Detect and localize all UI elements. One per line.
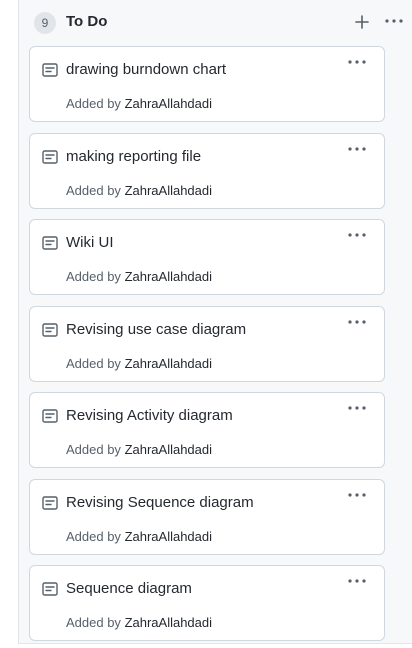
note-icon <box>42 323 58 337</box>
card-added-by-label: Added by <box>66 96 121 111</box>
issue-card[interactable]: Wiki UI Added by ZahraAllahdadi <box>29 219 385 295</box>
card-title[interactable]: Revising Sequence diagram <box>66 494 254 511</box>
issue-card[interactable]: Revising use case diagram Added by Zahra… <box>29 306 385 382</box>
card-meta: Added by ZahraAllahdadi <box>66 269 212 284</box>
card-title[interactable]: Wiki UI <box>66 234 114 251</box>
kebab-horizontal-icon <box>348 233 366 237</box>
card-menu-button[interactable] <box>346 490 368 504</box>
issue-card[interactable]: making reporting file Added by ZahraAlla… <box>29 133 385 209</box>
kebab-horizontal-icon <box>348 493 366 497</box>
card-author[interactable]: ZahraAllahdadi <box>125 183 212 198</box>
card-author[interactable]: ZahraAllahdadi <box>125 269 212 284</box>
issue-card[interactable]: Revising Sequence diagram Added by Zahra… <box>29 479 385 555</box>
kebab-horizontal-icon <box>348 147 366 151</box>
card-author[interactable]: ZahraAllahdadi <box>125 529 212 544</box>
card-added-by-label: Added by <box>66 183 121 198</box>
project-column-todo: 9 To Do drawing burndown chart Added by … <box>18 0 412 644</box>
card-menu-button[interactable] <box>346 144 368 158</box>
kebab-horizontal-icon <box>348 320 366 324</box>
note-icon <box>42 496 58 510</box>
card-meta: Added by ZahraAllahdadi <box>66 183 212 198</box>
card-meta: Added by ZahraAllahdadi <box>66 529 212 544</box>
card-menu-button[interactable] <box>346 57 368 71</box>
card-title[interactable]: Revising use case diagram <box>66 321 246 338</box>
card-menu-button[interactable] <box>346 403 368 417</box>
card-added-by-label: Added by <box>66 269 121 284</box>
card-meta: Added by ZahraAllahdadi <box>66 96 212 111</box>
card-menu-button[interactable] <box>346 317 368 331</box>
kebab-horizontal-icon <box>348 406 366 410</box>
kebab-horizontal-icon <box>385 19 403 23</box>
note-icon <box>42 582 58 596</box>
note-icon <box>42 409 58 423</box>
card-menu-button[interactable] <box>346 576 368 590</box>
card-title[interactable]: Sequence diagram <box>66 580 192 597</box>
card-author[interactable]: ZahraAllahdadi <box>125 96 212 111</box>
kebab-horizontal-icon <box>348 579 366 583</box>
card-author[interactable]: ZahraAllahdadi <box>125 442 212 457</box>
issue-card[interactable]: drawing burndown chart Added by ZahraAll… <box>29 46 385 122</box>
add-card-button[interactable] <box>352 10 372 34</box>
issue-card[interactable]: Revising Activity diagram Added by Zahra… <box>29 392 385 468</box>
card-added-by-label: Added by <box>66 529 121 544</box>
card-added-by-label: Added by <box>66 356 121 371</box>
card-meta: Added by ZahraAllahdadi <box>66 442 212 457</box>
card-meta: Added by ZahraAllahdadi <box>66 356 212 371</box>
column-menu-button[interactable] <box>382 11 406 31</box>
card-author[interactable]: ZahraAllahdadi <box>125 356 212 371</box>
column-title: To Do <box>66 13 108 30</box>
kebab-horizontal-icon <box>348 60 366 64</box>
card-title[interactable]: drawing burndown chart <box>66 61 226 78</box>
card-title[interactable]: making reporting file <box>66 148 201 165</box>
note-icon <box>42 236 58 250</box>
note-icon <box>42 63 58 77</box>
card-menu-button[interactable] <box>346 230 368 244</box>
plus-icon <box>355 15 369 29</box>
card-meta: Added by ZahraAllahdadi <box>66 615 212 630</box>
issue-card[interactable]: Sequence diagram Added by ZahraAllahdadi <box>29 565 385 641</box>
card-author[interactable]: ZahraAllahdadi <box>125 615 212 630</box>
note-icon <box>42 150 58 164</box>
card-added-by-label: Added by <box>66 615 121 630</box>
card-added-by-label: Added by <box>66 442 121 457</box>
column-header: 9 To Do <box>19 0 412 44</box>
column-card-count: 9 <box>34 12 56 34</box>
card-title[interactable]: Revising Activity diagram <box>66 407 233 424</box>
